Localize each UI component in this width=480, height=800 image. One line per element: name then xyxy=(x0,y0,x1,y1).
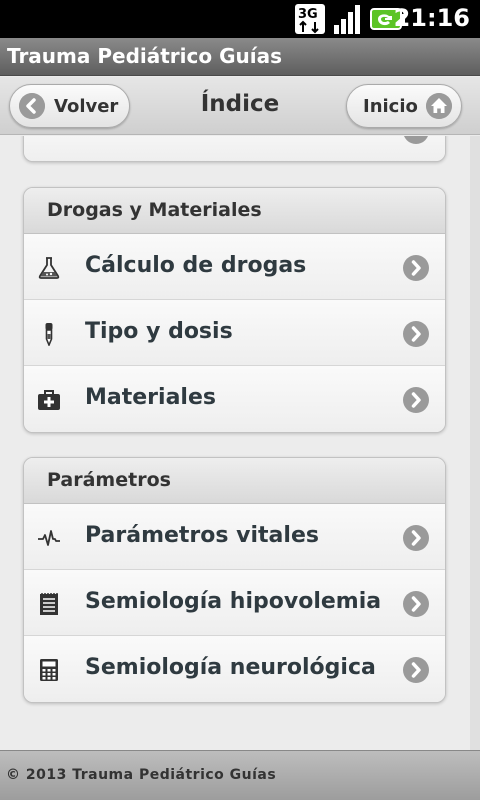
list-item-label: Materiales xyxy=(85,385,216,410)
list-item-partial[interactable] xyxy=(24,136,445,161)
chevron-right-icon xyxy=(404,136,428,144)
footer: © 2013 Trauma Pediátrico Guías xyxy=(0,750,480,800)
group-header: Parámetros xyxy=(24,458,445,504)
heartbeat-icon xyxy=(38,530,60,546)
calculator-icon xyxy=(40,659,58,681)
list-item-calculo-drogas[interactable]: Cálculo de drogas xyxy=(24,234,445,300)
status-bar: 3G 21:16 xyxy=(0,0,480,38)
chevron-right-icon xyxy=(403,255,429,281)
footer-copyright: © 2013 Trauma Pediátrico Guías xyxy=(6,767,277,783)
home-button[interactable]: Inicio xyxy=(346,84,462,128)
app-title: Trauma Pediátrico Guías xyxy=(7,44,282,68)
previous-group-partial xyxy=(23,136,446,162)
chevron-right-icon xyxy=(403,657,429,683)
dropper-icon xyxy=(45,323,53,346)
flask-icon xyxy=(38,257,60,279)
app-title-bar: Trauma Pediátrico Guías xyxy=(0,38,480,76)
home-icon xyxy=(426,93,452,119)
list-item-label: Semiología hipovolemia xyxy=(85,589,382,614)
list-item-label: Parámetros vitales xyxy=(85,523,319,548)
list-item-label: Semiología neurológica xyxy=(85,655,376,680)
home-button-label: Inicio xyxy=(363,96,418,117)
list-item-semiologia-hipovolemia[interactable]: Semiología hipovolemia xyxy=(24,570,445,636)
list-item-materiales[interactable]: Materiales xyxy=(24,366,445,432)
group-drogas-materiales: Drogas y Materiales Cálculo de drogas Ti… xyxy=(23,187,446,433)
chevron-right-icon xyxy=(403,321,429,347)
content-list[interactable]: Drogas y Materiales Cálculo de drogas Ti… xyxy=(0,136,470,750)
scrollbar[interactable] xyxy=(470,136,480,750)
status-time: 21:16 xyxy=(393,4,470,32)
svg-text:3G: 3G xyxy=(298,7,318,22)
chevron-right-icon xyxy=(403,525,429,551)
signal-strength-icon xyxy=(334,5,360,34)
network-3g-icon: 3G xyxy=(295,4,325,34)
notepad-icon xyxy=(40,593,58,615)
list-item-semiologia-neurologica[interactable]: Semiología neurológica xyxy=(24,636,445,702)
header-toolbar: Volver Índice Inicio xyxy=(0,77,480,135)
medical-kit-icon xyxy=(38,390,60,410)
group-parametros: Parámetros Parámetros vitales Semiología… xyxy=(23,457,446,703)
list-item-tipo-dosis[interactable]: Tipo y dosis xyxy=(24,300,445,366)
group-header: Drogas y Materiales xyxy=(24,188,445,234)
list-item-label: Cálculo de drogas xyxy=(85,253,307,278)
list-item-parametros-vitales[interactable]: Parámetros vitales xyxy=(24,504,445,570)
chevron-right-icon xyxy=(403,591,429,617)
chevron-right-icon xyxy=(403,387,429,413)
list-item-label: Tipo y dosis xyxy=(85,319,233,344)
